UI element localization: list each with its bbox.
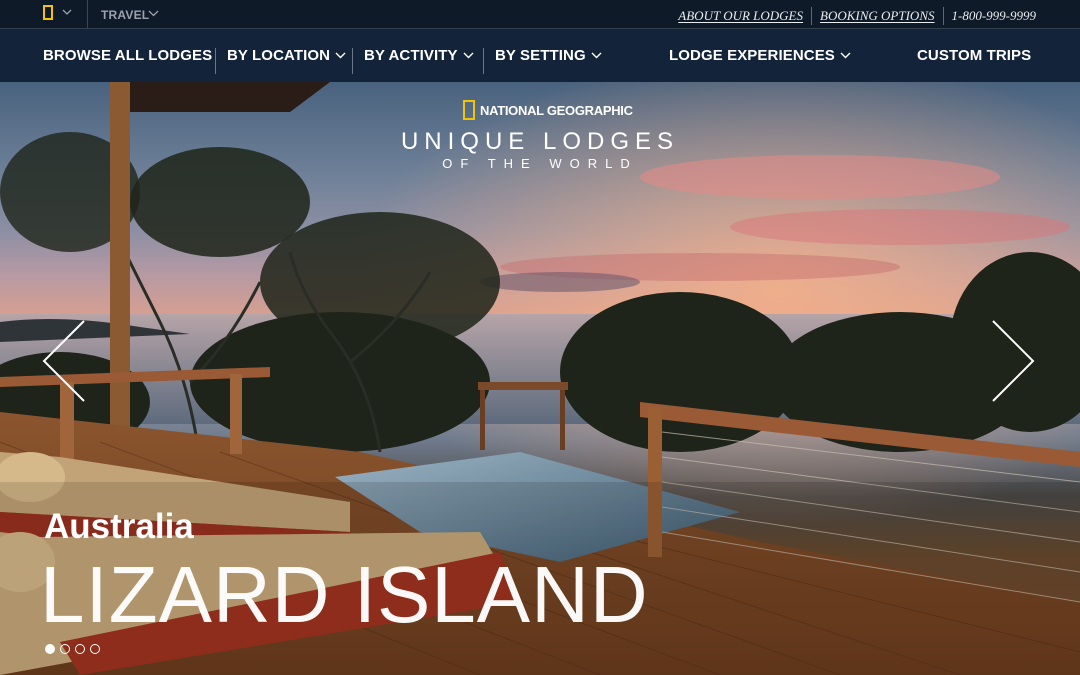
- nav-by-location[interactable]: BY LOCATION: [227, 29, 346, 82]
- chevron-down-icon: [840, 52, 851, 59]
- nav-browse-all-lodges[interactable]: BROWSE ALL LODGES: [43, 29, 212, 82]
- nav-label: BY LOCATION: [227, 47, 331, 64]
- brand-name: NATIONAL GEOGRAPHIC: [480, 102, 633, 118]
- divider: [87, 0, 88, 28]
- natgeo-logo-icon[interactable]: [43, 5, 53, 20]
- hero-title: UNIQUE LODGES: [400, 128, 680, 155]
- hero-carousel: NATIONAL GEOGRAPHIC UNIQUE LODGES OF THE…: [0, 82, 1080, 675]
- natgeo-brand: NATIONAL GEOGRAPHIC: [463, 100, 633, 120]
- divider: [352, 48, 353, 74]
- divider: [215, 48, 216, 74]
- phone-number[interactable]: 1-800-999-9999: [952, 8, 1037, 24]
- utility-bar: TRAVEL ABOUT OUR LODGES BOOKING OPTIONS …: [0, 0, 1080, 29]
- nav-label: BY SETTING: [495, 47, 586, 64]
- slide-lodge-name[interactable]: LIZARD ISLAND: [40, 549, 649, 641]
- divider: [811, 7, 813, 25]
- divider: [483, 48, 484, 74]
- nav-custom-trips[interactable]: CUSTOM TRIPS: [917, 29, 1031, 82]
- main-nav: BROWSE ALL LODGES BY LOCATION BY ACTIVIT…: [0, 29, 1080, 82]
- booking-options-link[interactable]: BOOKING OPTIONS: [820, 8, 934, 24]
- about-our-lodges-link[interactable]: ABOUT OUR LODGES: [678, 8, 803, 24]
- nav-by-activity[interactable]: BY ACTIVITY: [364, 29, 474, 82]
- nav-by-setting[interactable]: BY SETTING: [495, 29, 602, 82]
- nav-lodge-experiences[interactable]: LODGE EXPERIENCES: [669, 29, 851, 82]
- carousel-pagination: [45, 644, 100, 654]
- slide-country: Australia: [44, 507, 194, 546]
- chevron-right-icon[interactable]: [991, 319, 1035, 403]
- utility-links: ABOUT OUR LODGES BOOKING OPTIONS 1-800-9…: [678, 7, 1036, 25]
- nav-label: CUSTOM TRIPS: [917, 47, 1032, 64]
- chevron-down-icon: [591, 52, 602, 59]
- nav-label: BROWSE ALL LODGES: [43, 47, 213, 64]
- divider: [942, 7, 944, 25]
- carousel-dot[interactable]: [90, 644, 100, 654]
- chevron-down-icon: [335, 52, 346, 59]
- carousel-dot[interactable]: [60, 644, 70, 654]
- chevron-down-icon[interactable]: [148, 10, 159, 17]
- nav-label: BY ACTIVITY: [364, 47, 458, 64]
- chevron-down-icon[interactable]: [62, 9, 72, 15]
- carousel-dot[interactable]: [75, 644, 85, 654]
- carousel-dot[interactable]: [45, 644, 55, 654]
- travel-menu[interactable]: TRAVEL: [101, 8, 149, 22]
- nav-label: LODGE EXPERIENCES: [669, 47, 835, 64]
- hero-subtitle: OF THE WORLD: [442, 156, 638, 171]
- natgeo-logo-icon: [463, 100, 475, 120]
- chevron-down-icon: [463, 52, 474, 59]
- chevron-left-icon[interactable]: [42, 319, 86, 403]
